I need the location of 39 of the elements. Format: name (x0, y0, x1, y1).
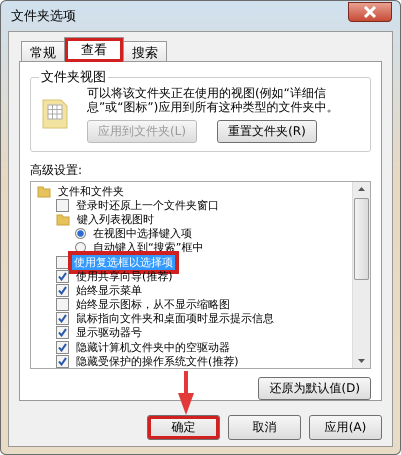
checkbox[interactable] (56, 354, 69, 368)
option-label[interactable]: 鼠标指向文件夹和桌面项时显示提示信息 (74, 311, 276, 326)
checkbox[interactable] (56, 340, 69, 354)
checkbox[interactable] (56, 284, 69, 297)
category-label: 文件和文件夹 (57, 184, 125, 199)
checkbox[interactable] (56, 256, 69, 269)
scroll-thumb[interactable] (354, 198, 369, 280)
option-label[interactable]: 显示驱动器号 (74, 325, 144, 340)
dialog-button[interactable]: 确定 (147, 415, 220, 440)
checkbox[interactable] (56, 198, 69, 212)
folder-icon (37, 184, 51, 198)
checkbox[interactable] (56, 270, 69, 283)
category-label: 键入列表视图时 (76, 212, 155, 227)
dialog-button[interactable]: 取消 (228, 415, 301, 440)
option-label[interactable]: 始终显示图标，从不显示缩略图 (74, 297, 232, 312)
option-label[interactable]: 隐藏受保护的操作系统文件(推荐) (74, 354, 241, 368)
tab[interactable]: 查看 (64, 37, 124, 62)
description-text: 可以将该文件夹正在使用的视图(例如“详细信息”或“图标”)应用到所有这种类型的文件夹中。 (87, 86, 340, 114)
radio-button[interactable] (75, 228, 86, 240)
group-title: 文件夹视图 (40, 69, 107, 86)
advanced-settings-label: 高级设置: (30, 162, 84, 179)
folder-icon (56, 212, 70, 226)
option-label[interactable]: 登录时还原上一个文件夹窗口 (74, 198, 221, 213)
tab[interactable]: 搜索 (123, 41, 167, 62)
dialog-button[interactable]: 应用(A) (309, 415, 382, 440)
close-button[interactable] (348, 2, 392, 22)
option-label[interactable]: 在视图中选择键入项 (91, 226, 194, 242)
tab[interactable]: 常规 (21, 41, 65, 62)
close-icon (363, 6, 377, 18)
option-label[interactable]: 隐藏计算机文件夹中的空驱动器 (74, 340, 232, 355)
annotation-arrow (176, 371, 196, 415)
option-label[interactable]: 始终显示菜单 (74, 282, 144, 298)
scrollbar[interactable] (352, 182, 370, 368)
restore-defaults-button[interactable]: 还原为默认值(D) (258, 377, 371, 400)
folder-button[interactable]: 重置文件夹(R) (217, 120, 317, 143)
checkbox[interactable] (56, 298, 69, 312)
checkbox[interactable] (56, 312, 69, 326)
checkbox[interactable] (56, 326, 69, 340)
window-title: 文件夹选项 (11, 8, 76, 25)
